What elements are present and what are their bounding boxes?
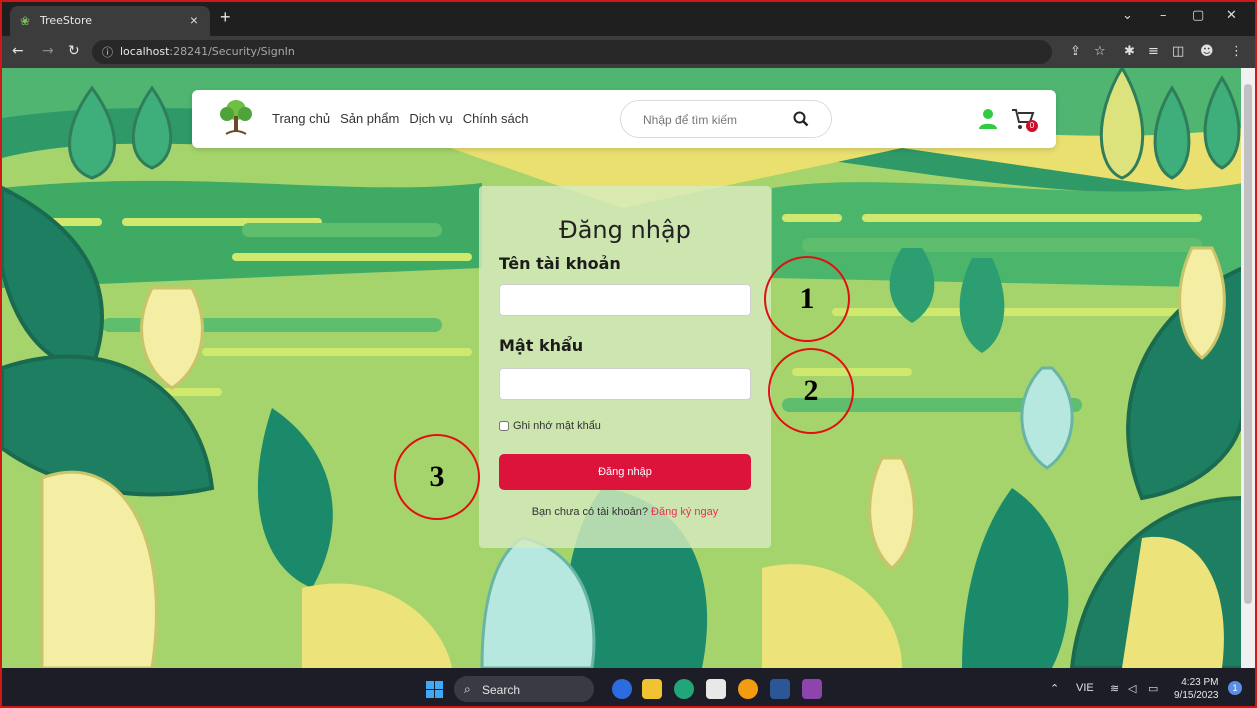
forward-arrow-icon[interactable]: → (42, 43, 54, 59)
tab-close-icon[interactable]: × (190, 12, 198, 28)
login-card: Đăng nhập Tên tài khoản Mật khẩu Ghi nhớ… (479, 186, 771, 548)
clock-date: 9/15/2023 (1174, 690, 1219, 701)
browser-menu-icon[interactable]: ⋮ (1230, 44, 1243, 59)
browser-toolbar: ← → ↻ ⓘ localhost:28241/Security/SignIn … (2, 36, 1255, 68)
nav-services[interactable]: Dịch vụ (409, 111, 452, 126)
browser-titlebar: ❀ TreeStore × + ⌄ – ▢ ✕ (2, 2, 1255, 36)
edge-icon[interactable] (674, 679, 694, 699)
scrollbar-thumb[interactable] (1244, 84, 1252, 604)
wifi-icon[interactable]: ≋ (1110, 682, 1119, 695)
login-title: Đăng nhập (559, 216, 691, 244)
main-nav: Trang chủ Sản phẩm Dịch vụ Chính sách (272, 111, 528, 126)
minimize-button[interactable]: – (1160, 8, 1167, 23)
tree-favicon-icon: ❀ (20, 14, 31, 28)
new-tab-button[interactable]: + (220, 7, 231, 28)
register-prompt: Bạn chưa có tài khoản? Đăng ký ngay (479, 506, 771, 518)
url-text: localhost:28241/Security/SignIn (120, 45, 295, 58)
browser-tab[interactable]: ❀ TreeStore × (10, 6, 210, 36)
cart-count-badge: 0 (1026, 120, 1038, 132)
remember-checkbox[interactable] (499, 421, 509, 431)
nav-home[interactable]: Trang chủ (272, 111, 330, 126)
taskbar-search-label: Search (482, 683, 521, 697)
user-icon[interactable] (978, 108, 998, 130)
nav-policy[interactable]: Chính sách (463, 111, 529, 126)
nav-products[interactable]: Sản phẩm (340, 111, 399, 126)
taskbar-search[interactable]: ⌕ Search (454, 676, 594, 702)
page-viewport: Trang chủ Sản phẩm Dịch vụ Chính sách Nh… (2, 68, 1243, 668)
page-scrollbar[interactable] (1241, 68, 1255, 668)
profile-avatar[interactable]: ☻ (1200, 44, 1214, 59)
no-account-text: Bạn chưa có tài khoản? (531, 506, 648, 518)
site-header: Trang chủ Sản phẩm Dịch vụ Chính sách Nh… (192, 90, 1056, 148)
tree-logo-icon[interactable] (218, 98, 254, 138)
language-indicator[interactable]: VIE (1076, 682, 1094, 694)
annotation-2: 2 (768, 348, 854, 434)
annotation-1: 1 (764, 256, 850, 342)
taskbar-clock[interactable]: 4:23 PM 9/15/2023 (1174, 676, 1219, 702)
visual-studio-icon[interactable] (802, 679, 822, 699)
login-button[interactable]: Đăng nhập (499, 454, 751, 490)
search-box[interactable]: Nhập để tìm kiếm (620, 100, 832, 138)
screenshot-frame: ❀ TreeStore × + ⌄ – ▢ ✕ ← → ↻ ⓘ localhos… (0, 0, 1257, 708)
share-icon[interactable]: ⇪ (1070, 44, 1081, 59)
clock-time: 4:23 PM (1181, 677, 1219, 688)
chrome-icon[interactable] (738, 679, 758, 699)
extensions-icon[interactable]: ✱ (1124, 44, 1135, 59)
search-input[interactable]: Nhập để tìm kiếm (643, 113, 737, 127)
notification-badge[interactable]: 1 (1228, 681, 1242, 695)
store-icon[interactable] (706, 679, 726, 699)
register-link[interactable]: Đăng ký ngay (651, 506, 718, 518)
username-field[interactable] (499, 284, 751, 316)
volume-icon[interactable]: ◁ (1128, 682, 1136, 695)
reading-list-icon[interactable]: ≡ (1148, 44, 1159, 59)
search-icon[interactable] (793, 111, 809, 127)
password-label: Mật khẩu (499, 336, 584, 355)
annotation-3: 3 (394, 434, 480, 520)
remember-label: Ghi nhớ mật khẩu (513, 420, 601, 432)
close-window-button[interactable]: ✕ (1226, 8, 1237, 23)
remember-me[interactable]: Ghi nhớ mật khẩu (499, 420, 601, 432)
file-explorer-icon[interactable] (642, 679, 662, 699)
reload-icon[interactable]: ↻ (68, 43, 80, 59)
username-label: Tên tài khoản (499, 254, 621, 273)
password-field[interactable] (499, 368, 751, 400)
windows-start-icon[interactable] (426, 681, 443, 698)
address-bar[interactable]: ⓘ localhost:28241/Security/SignIn (92, 40, 1052, 64)
tab-search-icon[interactable]: ⌄ (1122, 8, 1133, 23)
maximize-button[interactable]: ▢ (1192, 8, 1204, 23)
battery-icon[interactable]: ▭ (1148, 682, 1158, 695)
side-panel-icon[interactable]: ◫ (1172, 44, 1184, 59)
taskbar-search-icon: ⌕ (464, 682, 471, 696)
bing-icon[interactable] (612, 679, 632, 699)
bookmark-star-icon[interactable]: ☆ (1094, 44, 1106, 59)
tray-overflow-icon[interactable]: ⌃ (1050, 682, 1059, 695)
windows-taskbar: ⌕ Search ⌃ VIE ≋ ◁ ▭ 4:23 PM 9/15/2023 1 (2, 668, 1255, 706)
site-info-icon[interactable]: ⓘ (102, 44, 113, 60)
tab-title: TreeStore (40, 14, 92, 27)
word-icon[interactable] (770, 679, 790, 699)
back-arrow-icon[interactable]: ← (12, 43, 24, 59)
